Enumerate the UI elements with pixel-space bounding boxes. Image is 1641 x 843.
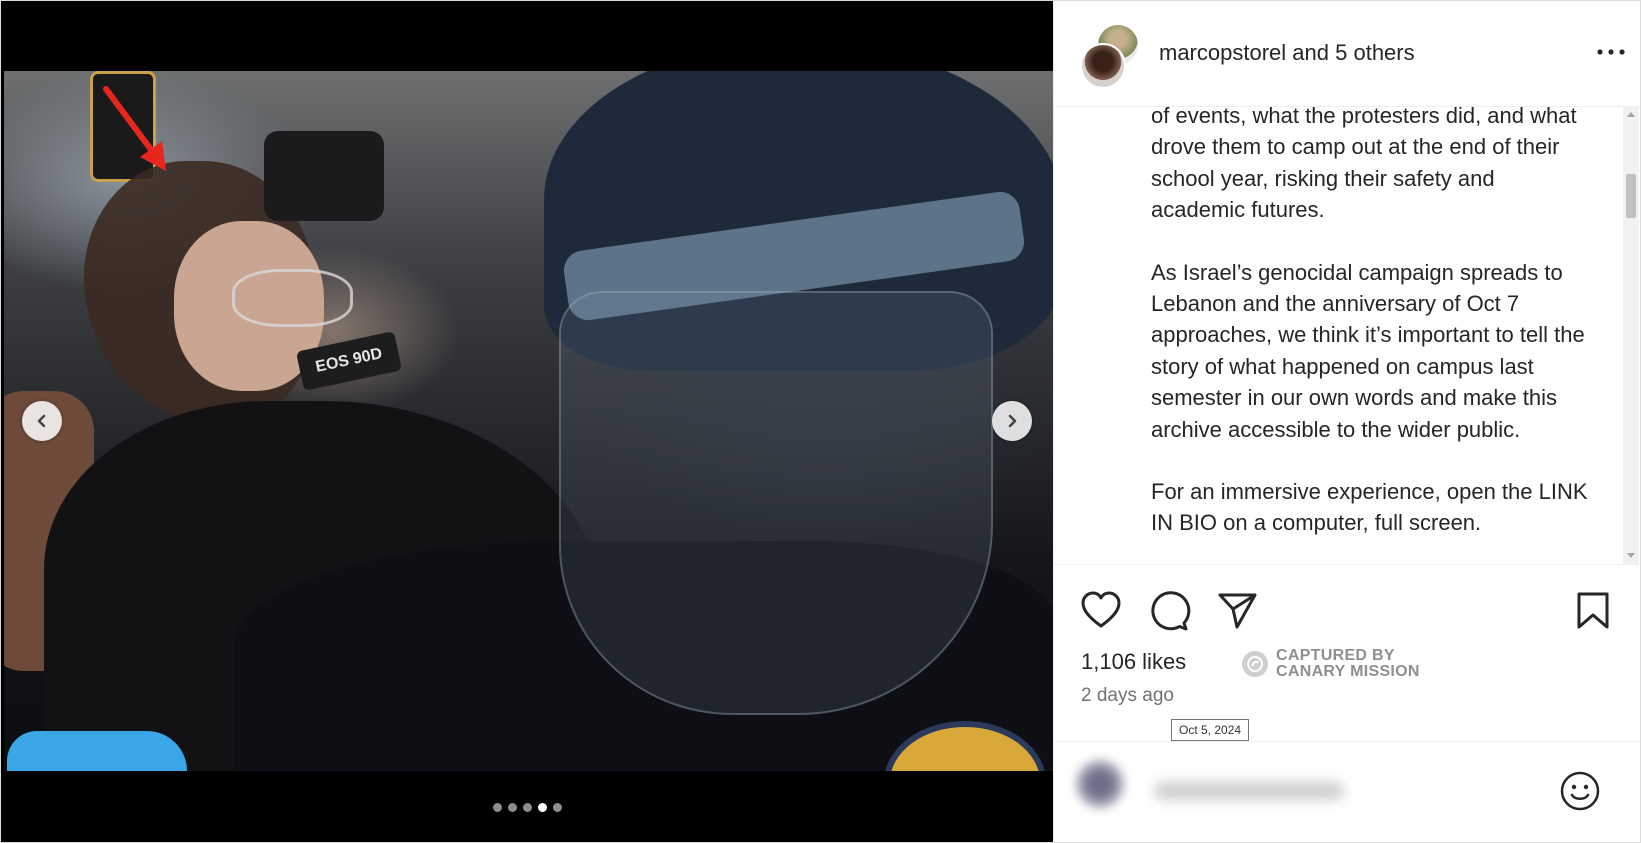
emoji-icon — [1560, 771, 1600, 811]
author-username[interactable]: marcopstorel — [1159, 40, 1286, 65]
slide-dot — [492, 803, 502, 812]
emoji-button[interactable] — [1559, 770, 1601, 812]
scrollbar-thumb[interactable] — [1626, 174, 1636, 218]
author-line: marcopstorel and 5 others — [1159, 39, 1415, 67]
next-slide-button[interactable] — [992, 401, 1032, 441]
photo-glasses — [232, 269, 353, 327]
likes-count[interactable]: 1,106 likes — [1081, 649, 1186, 675]
share-icon — [1218, 593, 1257, 629]
post-header: marcopstorel and 5 others — [1054, 1, 1640, 107]
caption-scrollbar[interactable] — [1623, 106, 1639, 564]
slide-dot — [522, 803, 532, 812]
post-dialog: EOS 90D marcopstorel and 5 others of eve… — [0, 0, 1641, 843]
post-caption: of events, what the protesters did, and … — [1151, 106, 1591, 564]
comment-button[interactable] — [1147, 589, 1191, 633]
comment-input-bar — [1054, 741, 1640, 842]
post-side-panel: marcopstorel and 5 others of events, wha… — [1053, 1, 1640, 842]
slide-dot — [507, 803, 517, 812]
bookmark-icon — [1577, 592, 1609, 629]
avatar — [1076, 760, 1124, 808]
save-button[interactable] — [1571, 589, 1615, 633]
action-bar — [1054, 564, 1640, 631]
heart-icon — [1081, 591, 1121, 628]
slide-dot — [537, 803, 547, 812]
watermark: CAPTURED BY CANARY MISSION — [1242, 648, 1420, 680]
watermark-text: CAPTURED BY CANARY MISSION — [1276, 648, 1420, 680]
chevron-right-icon — [1008, 414, 1017, 428]
post-time[interactable]: 2 days ago — [1081, 685, 1174, 707]
post-photo: EOS 90D — [4, 71, 1053, 771]
collab-avatars[interactable] — [1080, 25, 1140, 89]
media-pane: EOS 90D — [1, 1, 1053, 842]
previous-slide-button[interactable] — [22, 401, 62, 441]
caption-paragraph: For an immersive experience, open the LI… — [1151, 479, 1588, 536]
photo-camera — [264, 131, 384, 221]
more-icon — [1597, 49, 1625, 55]
date-tooltip: Oct 5, 2024 — [1171, 719, 1250, 741]
caption-scroll-area[interactable]: of events, what the protesters did, and … — [1054, 106, 1640, 564]
photo-visor — [559, 291, 993, 715]
avatar[interactable] — [1080, 43, 1126, 89]
author-joiner: and — [1292, 40, 1329, 65]
more-options-button[interactable] — [1594, 37, 1628, 67]
watermark-line2: CANARY MISSION — [1276, 663, 1420, 680]
chevron-left-icon — [37, 414, 46, 428]
redacted-text — [1154, 782, 1344, 800]
slide-dot — [552, 803, 562, 812]
arrow-annotation-icon — [103, 86, 166, 171]
caption-paragraph: As Israel’s genocidal campaign spreads t… — [1151, 259, 1585, 442]
caption-paragraph: of events, what the protesters did, and … — [1151, 106, 1577, 223]
like-button[interactable] — [1079, 589, 1123, 633]
scroll-up-arrow[interactable] — [1627, 112, 1635, 117]
share-button[interactable] — [1215, 589, 1259, 633]
scroll-down-arrow[interactable] — [1627, 553, 1635, 558]
watermark-line1: CAPTURED BY — [1276, 647, 1395, 664]
comment-icon — [1151, 591, 1191, 631]
photo-glove — [7, 731, 187, 771]
slide-indicator — [1, 803, 1053, 812]
coauthors-link[interactable]: 5 others — [1335, 40, 1415, 65]
watermark-logo-icon — [1242, 651, 1268, 677]
